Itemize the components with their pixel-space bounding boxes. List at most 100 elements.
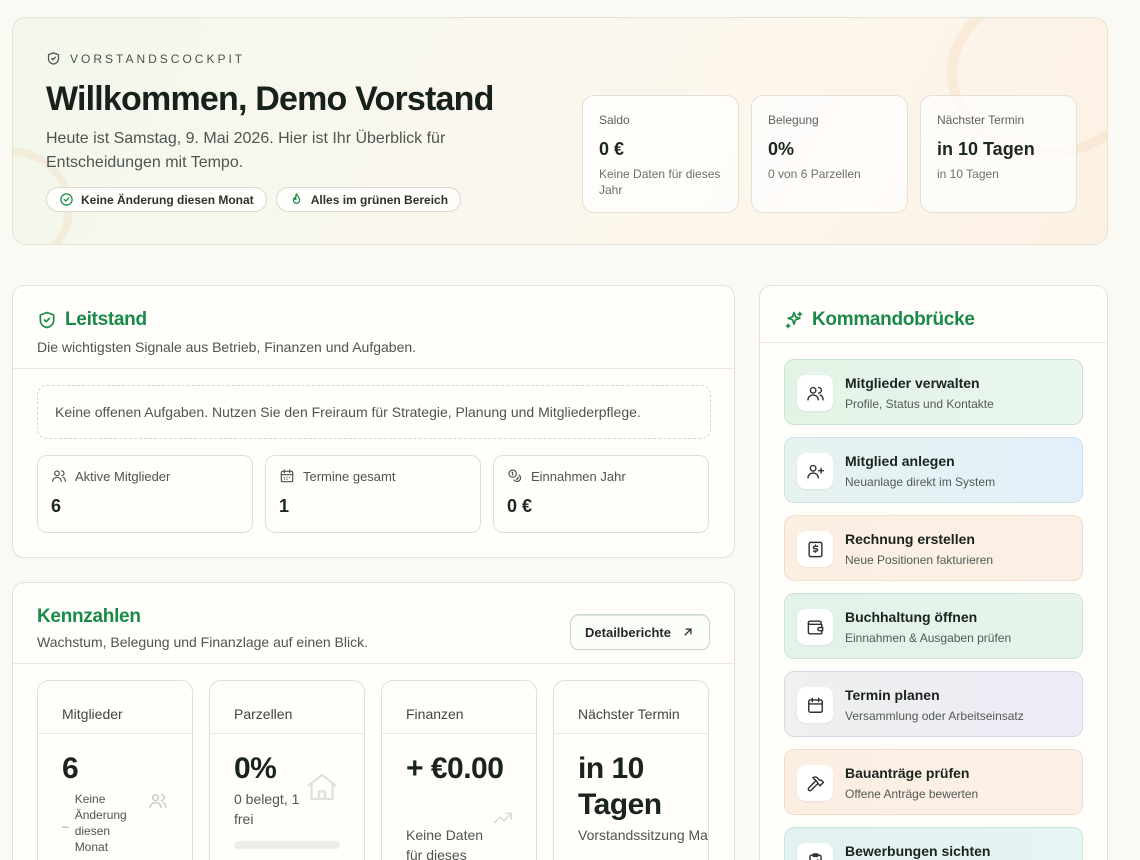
button-label: Detailberichte	[585, 624, 671, 640]
card-title: Leitstand	[37, 309, 416, 331]
action-title: Mitglieder verwalten	[845, 375, 980, 391]
stat-value: 0%	[768, 139, 795, 159]
page-title: Willkommen, Demo Vorstand	[46, 80, 494, 118]
stat-label: Saldo	[599, 113, 630, 127]
action-title: Bauanträge prüfen	[845, 765, 970, 781]
action-subtitle: Neue Positionen fakturieren	[845, 553, 994, 567]
action-subtitle: Profile, Status und Kontakte	[845, 397, 994, 411]
kpi-sub: Keine Änderung diesen Monat	[74, 792, 127, 854]
action-create-invoice[interactable]: Rechnung erstellen Neue Positionen faktu…	[784, 515, 1083, 581]
stat-card-next-event: Nächster Termin in 10 Tagen in 10 Tagen	[920, 95, 1077, 213]
stat-annual-income: Einnahmen Jahr 0 €	[493, 455, 709, 533]
action-add-member[interactable]: Mitglied anlegen Neuanlage direkt im Sys…	[784, 437, 1083, 503]
coins-icon	[507, 468, 523, 484]
stat-label-row: Aktive Mitglieder	[51, 468, 239, 484]
card-header: Leitstand Die wichtigsten Signale aus Be…	[37, 309, 416, 355]
kpi-label: Parzellen	[234, 706, 293, 722]
action-review-applications[interactable]: Bewerbungen sichten	[784, 827, 1083, 860]
card-title: Kennzahlen	[37, 606, 141, 627]
divider	[554, 733, 708, 734]
kpi-sub: 0 belegt, 1 frei	[234, 791, 300, 827]
action-subtitle: Neuanlage direkt im System	[845, 475, 996, 489]
card-title: Kommandobrücke	[784, 309, 975, 331]
flame-icon	[289, 192, 304, 207]
leitstand-card: Leitstand Die wichtigsten Signale aus Be…	[12, 285, 735, 558]
divider	[382, 733, 536, 734]
calendar-icon	[279, 468, 295, 484]
check-circle-icon	[59, 192, 74, 207]
action-subtitle: Offene Anträge bewerten	[845, 787, 979, 801]
kpi-value: 0%	[234, 752, 277, 785]
kpi-label: Mitglieder	[62, 706, 123, 722]
card-subtitle: Wachstum, Belegung und Finanzlage auf ei…	[37, 634, 369, 650]
stat-card-belegung: Belegung 0% 0 von 6 Parzellen	[751, 95, 908, 213]
users-icon	[148, 791, 168, 811]
kpi-sub: Vorstandssitzung Mai	[578, 827, 709, 843]
stat-label: Nächster Termin	[937, 113, 1025, 127]
eyebrow-text: VORSTANDSCOCKPIT	[70, 51, 246, 66]
divider	[760, 342, 1107, 343]
hero-lead: Heute ist Samstag, 9. Mai 2026. Hier ist…	[46, 130, 446, 171]
action-review-building-requests[interactable]: Bauanträge prüfen Offene Anträge bewerte…	[784, 749, 1083, 815]
chip-label: Alles im grünen Bereich	[310, 192, 449, 207]
kpi-value: 6	[62, 752, 79, 785]
kommandobruecke-card: Kommandobrücke Mitglieder verwalten Prof…	[759, 285, 1108, 860]
hero-panel: VORSTANDSCOCKPIT Willkommen, Demo Vorsta…	[12, 17, 1108, 245]
kpi-sub: Keine Daten für dieses	[406, 827, 484, 860]
card-subtitle: Die wichtigsten Signale aus Betrieb, Fin…	[37, 339, 417, 355]
kpi-row: Mitglieder 6 – Keine Änderung diesen Mon…	[37, 680, 709, 860]
stat-active-members: Aktive Mitglieder 6	[37, 455, 253, 533]
action-title: Bewerbungen sichten	[845, 843, 991, 859]
calendar-icon	[797, 687, 833, 723]
kpi-card-next-event: Nächster Termin in 10 Tagen Vorstandssit…	[553, 680, 709, 860]
kpi-label: Finanzen	[406, 706, 464, 722]
action-open-accounting[interactable]: Buchhaltung öffnen Einnahmen & Ausgaben …	[784, 593, 1083, 659]
divider	[13, 368, 734, 369]
trend-up-icon	[492, 807, 514, 829]
invoice-icon	[797, 531, 833, 567]
occupancy-progress-bar	[234, 841, 340, 849]
stat-value: 0 €	[507, 496, 533, 516]
action-title: Rechnung erstellen	[845, 531, 975, 547]
leitstand-stats: Aktive Mitglieder 6 Termine gesamt 1 Ein…	[37, 455, 709, 533]
stat-card-saldo: Saldo 0 € Keine Daten für dieses Jahr	[582, 95, 739, 213]
wallet-icon	[797, 609, 833, 645]
kpi-trend: – Keine Änderung diesen Monat	[62, 791, 132, 855]
kennzahlen-card: Kennzahlen Wachstum, Belegung und Finanz…	[12, 582, 735, 860]
action-plan-event[interactable]: Termin planen Versammlung oder Arbeitsei…	[784, 671, 1083, 737]
shield-check-icon	[37, 310, 57, 330]
action-subtitle: Einnahmen & Ausgaben prüfen	[845, 631, 1012, 645]
action-title: Termin planen	[845, 687, 940, 703]
hero-eyebrow: VORSTANDSCOCKPIT	[46, 51, 245, 66]
stat-value: 6	[51, 496, 62, 516]
action-title: Buchhaltung öffnen	[845, 609, 978, 625]
card-header: Kommandobrücke	[784, 309, 975, 331]
shield-icon	[46, 51, 61, 66]
stat-label: Belegung	[768, 113, 819, 127]
divider	[210, 733, 364, 734]
users-icon	[51, 468, 67, 484]
user-plus-icon	[797, 453, 833, 489]
status-chips: Keine Änderung diesen Monat Alles im grü…	[46, 187, 462, 212]
stat-sub: 0 von 6 Parzellen	[768, 167, 861, 181]
stat-label: Einnahmen Jahr	[531, 468, 626, 484]
detail-reports-button[interactable]: Detailberichte	[570, 614, 710, 650]
stat-value: 1	[279, 496, 290, 516]
kpi-label: Nächster Termin	[578, 706, 680, 722]
divider	[13, 663, 734, 664]
quick-actions-list: Mitglieder verwalten Profile, Status und…	[784, 359, 1083, 860]
hammer-icon	[797, 765, 833, 801]
kpi-value: + €0.00	[406, 752, 504, 785]
kpi-value: in 10 Tagen	[578, 752, 662, 821]
card-header: Kennzahlen Wachstum, Belegung und Finanz…	[37, 606, 368, 650]
stat-label: Termine gesamt	[303, 468, 396, 484]
action-manage-members[interactable]: Mitglieder verwalten Profile, Status und…	[784, 359, 1083, 425]
status-chip: Alles im grünen Bereich	[275, 187, 462, 212]
stat-label-row: Einnahmen Jahr	[507, 468, 695, 484]
home-icon	[304, 769, 340, 805]
stat-sub: in 10 Tagen	[937, 167, 999, 181]
kpi-card-members: Mitglieder 6 – Keine Änderung diesen Mon…	[37, 680, 193, 860]
clipboard-icon	[797, 843, 833, 860]
stat-value: 0 €	[599, 139, 625, 159]
chip-label: Keine Änderung diesen Monat	[81, 192, 254, 207]
